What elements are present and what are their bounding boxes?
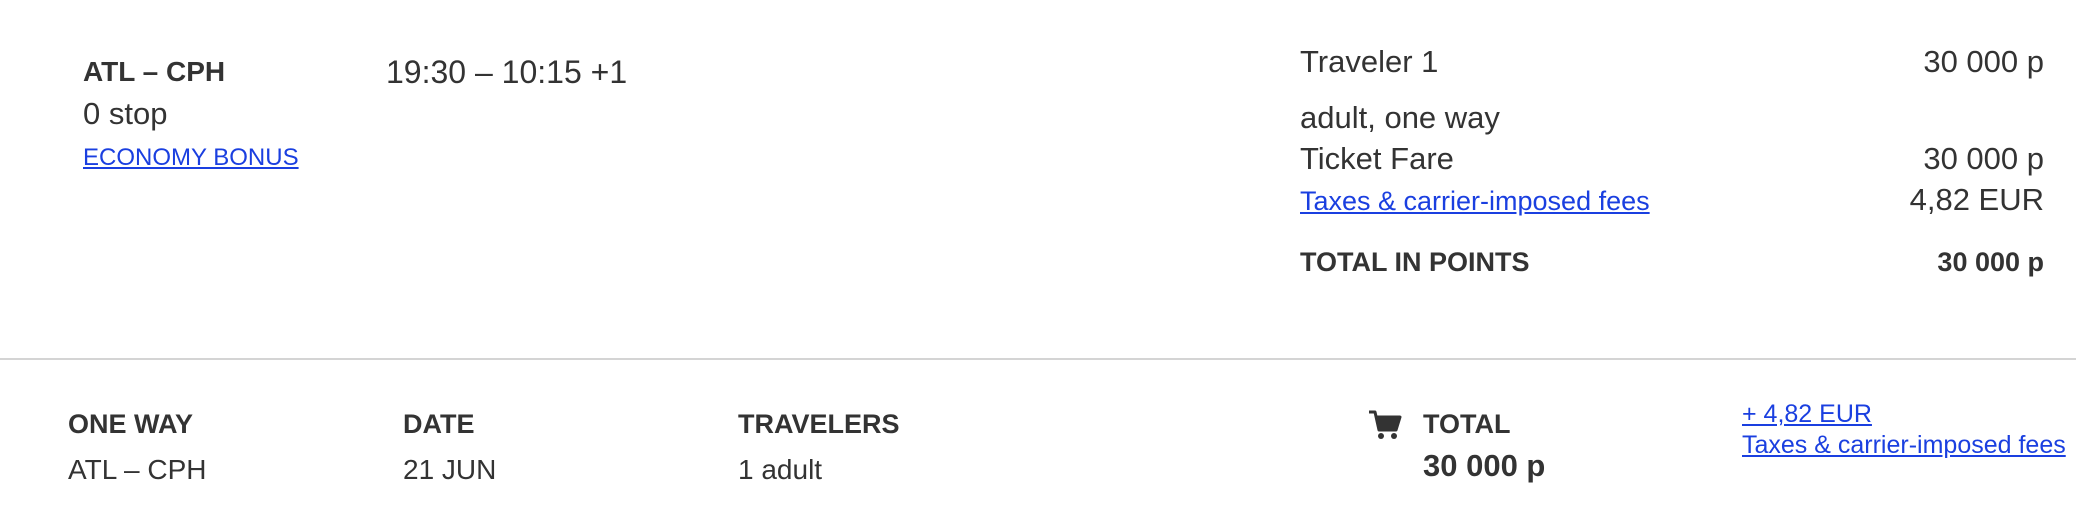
taxes-link[interactable]: Taxes & carrier-imposed fees — [1300, 186, 1650, 217]
total-points-label: TOTAL IN POINTS — [1300, 247, 1530, 277]
travelers-label: TRAVELERS — [738, 409, 900, 439]
trip-route: ATL – CPH — [68, 454, 207, 485]
cart-icon — [1368, 409, 1402, 441]
flight-route: ATL – CPH — [83, 56, 226, 87]
section-divider — [0, 358, 2076, 360]
total-points-amount: 30 000 p — [1937, 247, 2044, 277]
trip-type-label: ONE WAY — [68, 409, 194, 439]
total-label: TOTAL — [1423, 409, 1511, 439]
traveler-amount: 30 000 p — [1923, 44, 2044, 79]
date-value: 21 JUN — [403, 454, 497, 485]
taxes-row: Taxes & carrier-imposed fees 4,82 EUR — [1300, 182, 2044, 218]
traveler-row: Traveler 1 30 000 p — [1300, 44, 2044, 80]
fee-amount-link[interactable]: + 4,82 EUR — [1742, 400, 1872, 429]
passenger-type: adult, one way — [1300, 100, 1500, 135]
travelers-value: 1 adult — [738, 454, 823, 485]
total-points-row: TOTAL IN POINTS 30 000 p — [1300, 247, 2044, 278]
traveler-label: Traveler 1 — [1300, 44, 1439, 79]
total-value: 30 000 p — [1423, 448, 1546, 483]
ticket-fare-row: Ticket Fare 30 000 p — [1300, 141, 2044, 177]
ticket-fare-amount: 30 000 p — [1923, 141, 2044, 176]
flight-stops: 0 stop — [83, 96, 168, 131]
taxes-amount: 4,82 EUR — [1909, 182, 2044, 217]
fee-label-link[interactable]: Taxes & carrier-imposed fees — [1742, 431, 2066, 460]
fare-class-link[interactable]: ECONOMY BONUS — [83, 144, 299, 172]
ticket-fare-label: Ticket Fare — [1300, 141, 1454, 176]
flight-times: 19:30 – 10:15 +1 — [386, 54, 628, 90]
date-label: DATE — [403, 409, 475, 439]
